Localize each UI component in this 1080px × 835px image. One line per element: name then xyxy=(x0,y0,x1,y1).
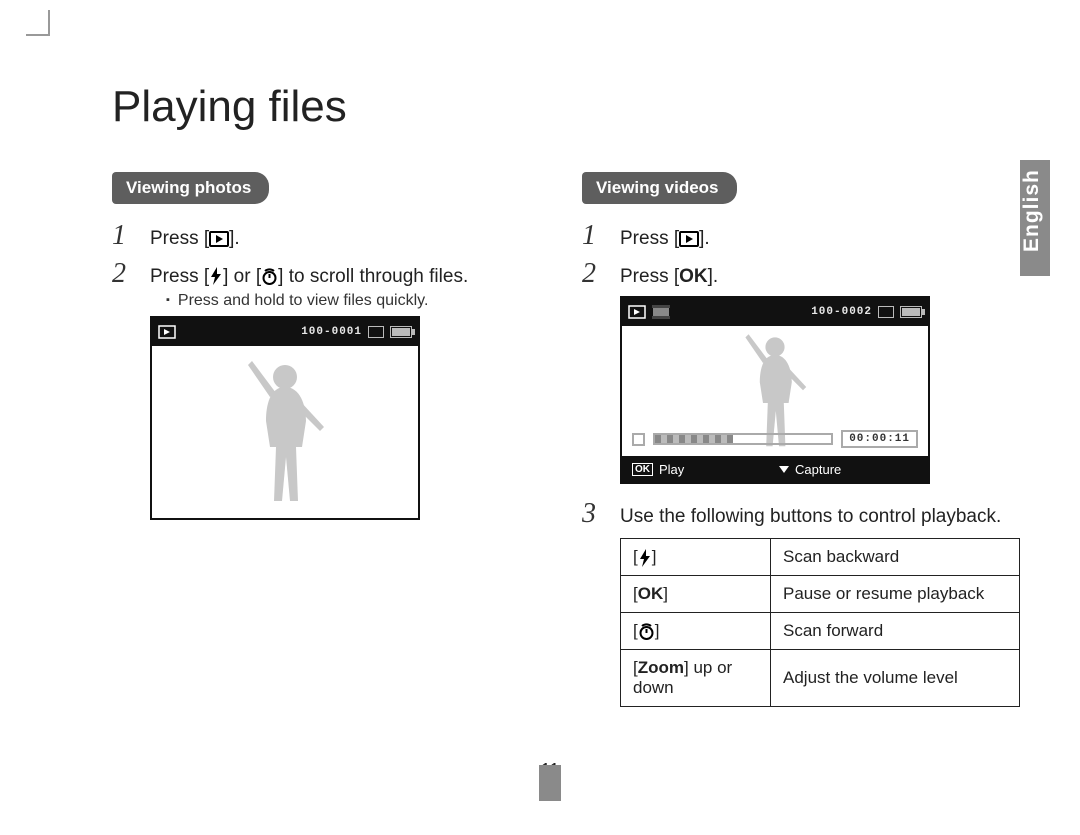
flash-icon xyxy=(209,267,223,285)
step-number: 1 xyxy=(582,220,608,252)
person-silhouette xyxy=(230,357,340,507)
elapsed-time: 00:00:11 xyxy=(841,430,918,448)
step-2: 2 Press [] or [] to scroll through files… xyxy=(112,258,542,290)
section-viewing-photos: Viewing photos 1 Press []. 2 Press [] or… xyxy=(112,172,542,707)
ok-icon: OK xyxy=(632,463,653,476)
section-heading: Viewing videos xyxy=(582,172,737,204)
control-description: Scan backward xyxy=(771,539,1020,576)
table-row: [] Scan forward xyxy=(621,613,1020,650)
file-number: 100-0002 xyxy=(811,306,872,318)
crop-mark xyxy=(26,34,50,36)
sub-note: Press and hold to view files quickly. xyxy=(166,292,542,310)
step-1: 1 Press []. xyxy=(112,220,542,252)
playback-icon xyxy=(679,231,699,247)
stop-icon xyxy=(632,433,645,446)
timer-icon xyxy=(638,623,655,640)
table-row: [OK] Pause or resume playback xyxy=(621,576,1020,613)
step-3: 3 Use the following buttons to control p… xyxy=(582,498,1012,530)
table-row: [] Scan backward xyxy=(621,539,1020,576)
lcd-photo-preview: 100-0001 xyxy=(150,316,420,520)
step-number: 2 xyxy=(582,258,608,290)
zoom-label: Zoom xyxy=(638,658,684,677)
ok-label: OK xyxy=(638,584,664,603)
step-number: 2 xyxy=(112,258,138,290)
progress-bar xyxy=(653,433,833,445)
file-number: 100-0001 xyxy=(301,326,362,338)
ok-label: OK xyxy=(679,266,708,287)
playback-icon xyxy=(158,325,176,339)
battery-icon xyxy=(390,326,412,338)
flash-icon xyxy=(638,549,652,567)
section-heading: Viewing photos xyxy=(112,172,269,204)
table-row: [Zoom] up or down Adjust the volume leve… xyxy=(621,650,1020,707)
footer-play-label: Play xyxy=(659,462,684,477)
playback-icon xyxy=(628,305,646,319)
playback-icon xyxy=(209,231,229,247)
movie-icon xyxy=(652,305,670,319)
lcd-video-preview: 100-0002 xyxy=(620,296,930,484)
card-icon xyxy=(368,326,384,338)
card-icon xyxy=(878,306,894,318)
step-number: 3 xyxy=(582,498,608,530)
section-viewing-videos: Viewing videos 1 Press []. 2 Press [OK]. xyxy=(582,172,1012,707)
down-icon xyxy=(779,466,789,473)
bottom-tab-mark xyxy=(539,765,561,801)
controls-table: [] Scan backward [OK] Pause or resume pl… xyxy=(620,538,1020,707)
step-1: 1 Press []. xyxy=(582,220,1012,252)
control-description: Pause or resume playback xyxy=(771,576,1020,613)
step-number: 1 xyxy=(112,220,138,252)
timer-icon xyxy=(261,268,278,285)
page-title: Playing files xyxy=(112,82,1050,132)
battery-icon xyxy=(900,306,922,318)
control-description: Scan forward xyxy=(771,613,1020,650)
step-2: 2 Press [OK]. xyxy=(582,258,1012,290)
control-description: Adjust the volume level xyxy=(771,650,1020,707)
footer-capture-label: Capture xyxy=(795,462,841,477)
